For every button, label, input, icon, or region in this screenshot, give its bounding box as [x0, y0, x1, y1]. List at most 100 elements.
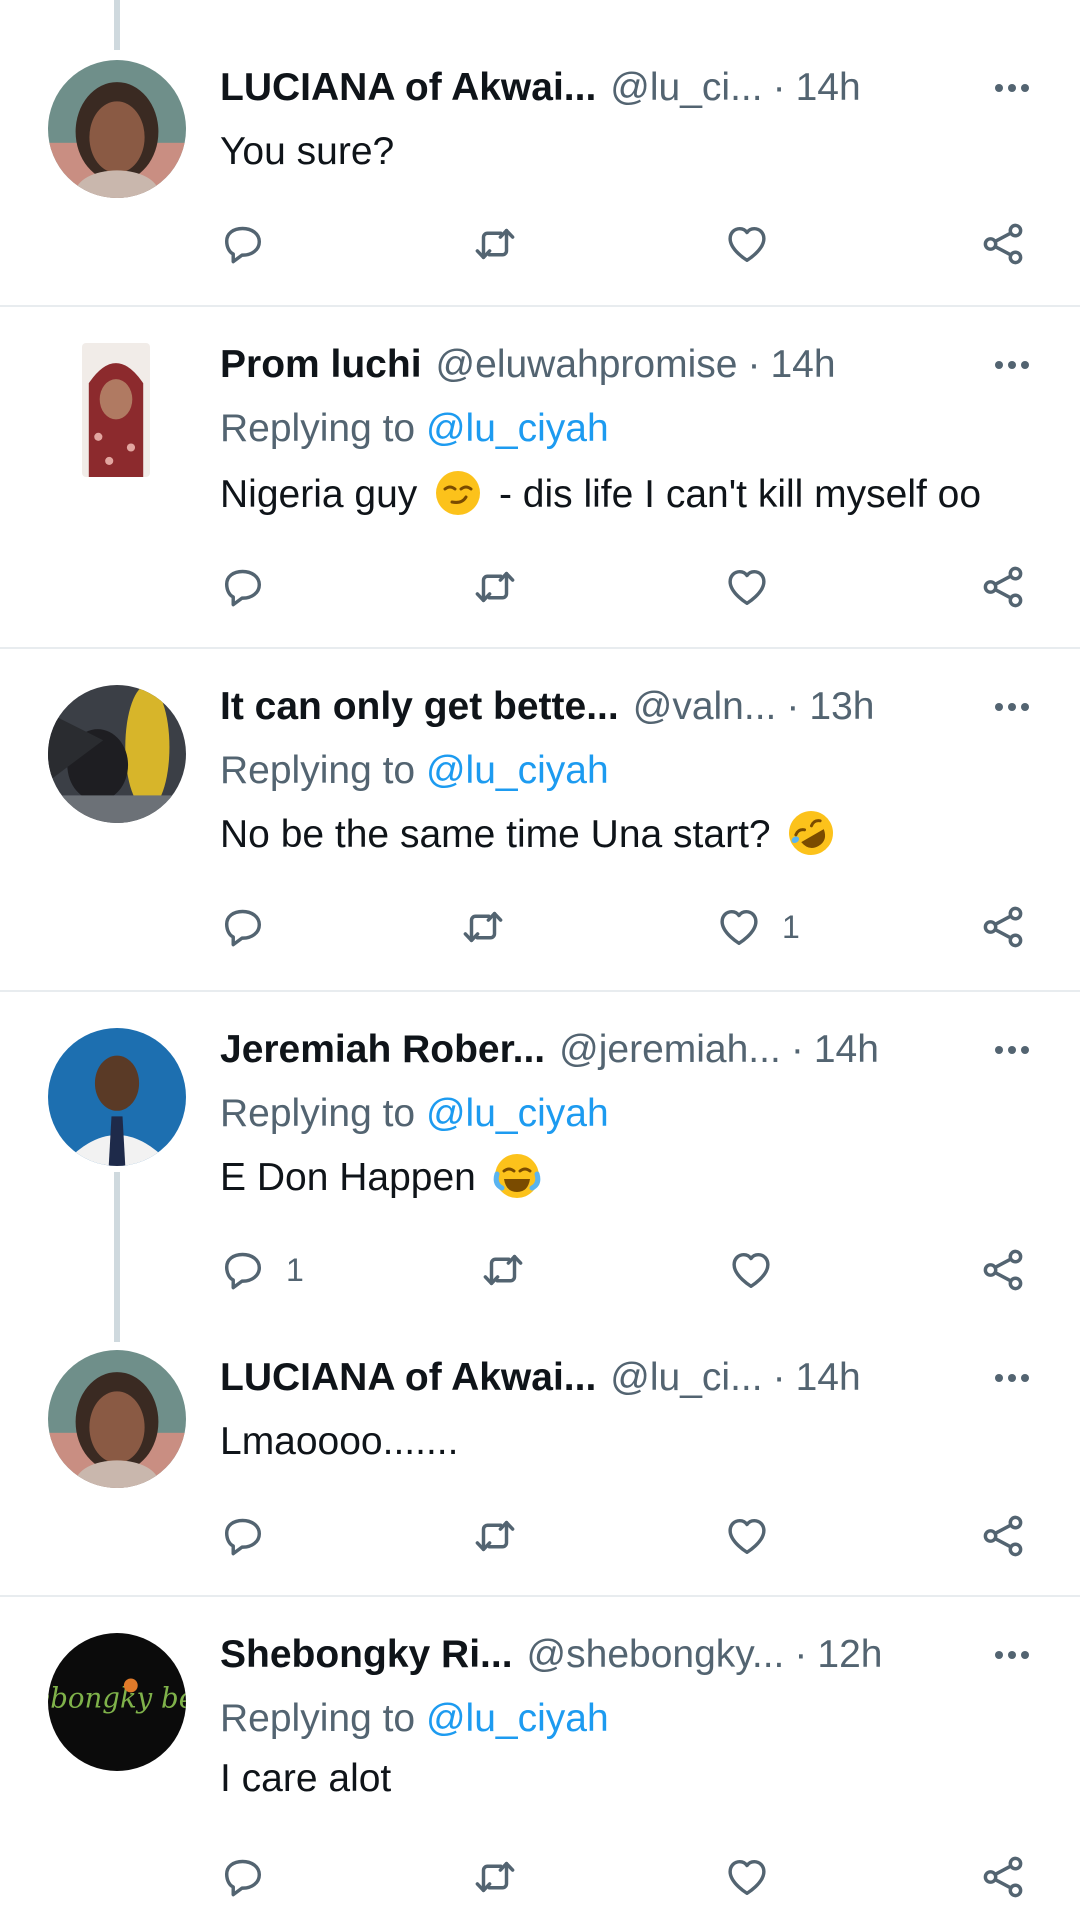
like-count: 1: [782, 908, 800, 945]
retweet-icon: [472, 1854, 518, 1900]
retweet-button[interactable]: [472, 559, 518, 615]
replying-to: Replying to @lu_ciyah: [220, 407, 609, 451]
display-name[interactable]: Prom luchi: [220, 343, 422, 387]
replying-to-label: Replying to: [220, 749, 416, 792]
reply-tweet[interactable]: Shebongky beats Shebongky Ri... @shebong…: [0, 1597, 1080, 1875]
mention-link[interactable]: @lu_ciyah: [426, 407, 609, 450]
face-with-tears-of-joy-emoji: [493, 1154, 540, 1198]
user-handle[interactable]: @lu_ci...: [610, 66, 762, 110]
reply-tweet[interactable]: Prom luchi @eluwahpromise · 14h Replying…: [0, 307, 1080, 649]
timestamp[interactable]: 14h: [796, 1356, 861, 1400]
reply-icon: [220, 1854, 266, 1900]
separator: ·: [786, 685, 800, 728]
retweet-icon: [480, 1247, 526, 1293]
like-button[interactable]: [728, 1242, 774, 1298]
more-icon[interactable]: [988, 1028, 1036, 1072]
reply-button[interactable]: [220, 899, 266, 955]
display-name[interactable]: Shebongky Ri...: [220, 1633, 513, 1677]
replying-to-label: Replying to: [220, 1092, 416, 1135]
timestamp[interactable]: 14h: [814, 1028, 879, 1072]
avatar-logo-text: Shebongky beats: [48, 1682, 186, 1715]
retweet-button[interactable]: [472, 1508, 518, 1564]
replying-to: Replying to @lu_ciyah: [220, 1092, 609, 1136]
display-name[interactable]: It can only get bette...: [220, 685, 619, 729]
like-button[interactable]: 1: [716, 899, 800, 955]
avatar[interactable]: Shebongky beats: [48, 1633, 186, 1771]
reply-button[interactable]: [220, 1849, 266, 1905]
timestamp[interactable]: 14h: [796, 66, 861, 110]
tweet-text-part: E Don Happen: [220, 1156, 476, 1199]
share-button[interactable]: [980, 559, 1026, 615]
like-button[interactable]: [724, 559, 770, 615]
timestamp[interactable]: 14h: [770, 343, 835, 387]
reply-icon: [220, 221, 266, 267]
separator: ·: [794, 1633, 808, 1676]
share-button[interactable]: [980, 899, 1026, 955]
share-button[interactable]: [980, 1508, 1026, 1564]
reply-tweet[interactable]: LUCIANA of Akwai... @lu_ci... · 14h Lmao…: [0, 1332, 1080, 1597]
reply-count: 1: [286, 1251, 304, 1288]
reply-icon: [220, 564, 266, 610]
avatar[interactable]: [82, 343, 150, 477]
replying-to: Replying to @lu_ciyah: [220, 749, 609, 793]
share-icon: [980, 221, 1026, 267]
share-icon: [980, 1247, 1026, 1293]
tweet-text: Nigeria guy - dis life I can't kill myse…: [220, 469, 981, 517]
more-icon[interactable]: [988, 1356, 1036, 1400]
retweet-button[interactable]: [472, 216, 518, 272]
more-icon[interactable]: [988, 66, 1036, 110]
replying-to-label: Replying to: [220, 1697, 416, 1740]
reply-tweet[interactable]: It can only get bette... @valn... · 13h …: [0, 649, 1080, 992]
avatar[interactable]: [48, 685, 186, 823]
display-name[interactable]: LUCIANA of Akwai...: [220, 66, 596, 110]
more-icon[interactable]: [988, 685, 1036, 729]
smirking-face-emoji: [436, 471, 481, 515]
retweet-icon: [460, 904, 506, 950]
heart-icon: [716, 904, 762, 950]
share-button[interactable]: [980, 1242, 1026, 1298]
heart-icon: [724, 1513, 770, 1559]
like-button[interactable]: [724, 1849, 770, 1905]
timestamp[interactable]: 13h: [809, 685, 874, 729]
retweet-icon: [472, 221, 518, 267]
more-icon[interactable]: [988, 1633, 1036, 1677]
mention-link[interactable]: @lu_ciyah: [426, 1092, 609, 1135]
avatar[interactable]: [48, 1028, 186, 1166]
avatar[interactable]: [48, 60, 186, 198]
like-button[interactable]: [724, 216, 770, 272]
retweet-icon: [472, 564, 518, 610]
mention-link[interactable]: @lu_ciyah: [426, 749, 609, 792]
heart-icon: [728, 1247, 774, 1293]
reply-icon: [220, 1247, 266, 1293]
reply-icon: [220, 1513, 266, 1559]
display-name[interactable]: LUCIANA of Akwai...: [220, 1356, 596, 1400]
separator: ·: [772, 1356, 786, 1399]
share-button[interactable]: [980, 216, 1026, 272]
user-handle[interactable]: @jeremiah...: [559, 1028, 781, 1072]
user-handle[interactable]: @lu_ci...: [610, 1356, 762, 1400]
reply-button[interactable]: [220, 1508, 266, 1564]
display-name[interactable]: Jeremiah Rober...: [220, 1028, 545, 1072]
reply-tweet[interactable]: Jeremiah Rober... @jeremiah... · 14h Rep…: [0, 992, 1080, 1342]
retweet-icon: [472, 1513, 518, 1559]
reply-button[interactable]: [220, 216, 266, 272]
heart-icon: [724, 564, 770, 610]
avatar[interactable]: [48, 1350, 186, 1488]
retweet-button[interactable]: [460, 899, 506, 955]
share-icon: [980, 904, 1026, 950]
mention-link[interactable]: @lu_ciyah: [426, 1697, 609, 1740]
more-icon[interactable]: [988, 343, 1036, 387]
like-button[interactable]: [724, 1508, 770, 1564]
reply-button[interactable]: 1: [220, 1242, 304, 1298]
retweet-button[interactable]: [472, 1849, 518, 1905]
user-handle[interactable]: @valn...: [633, 685, 777, 729]
tweet-text-part: - dis life I can't kill myself oo: [498, 473, 982, 516]
retweet-button[interactable]: [480, 1242, 526, 1298]
timestamp[interactable]: 12h: [817, 1633, 882, 1677]
reply-button[interactable]: [220, 559, 266, 615]
reply-tweet[interactable]: LUCIANA of Akwai... @lu_ci... · 14h You …: [0, 0, 1080, 307]
share-icon: [980, 1513, 1026, 1559]
user-handle[interactable]: @shebongky...: [527, 1633, 785, 1677]
share-button[interactable]: [980, 1849, 1026, 1905]
user-handle[interactable]: @eluwahpromise: [436, 343, 738, 387]
